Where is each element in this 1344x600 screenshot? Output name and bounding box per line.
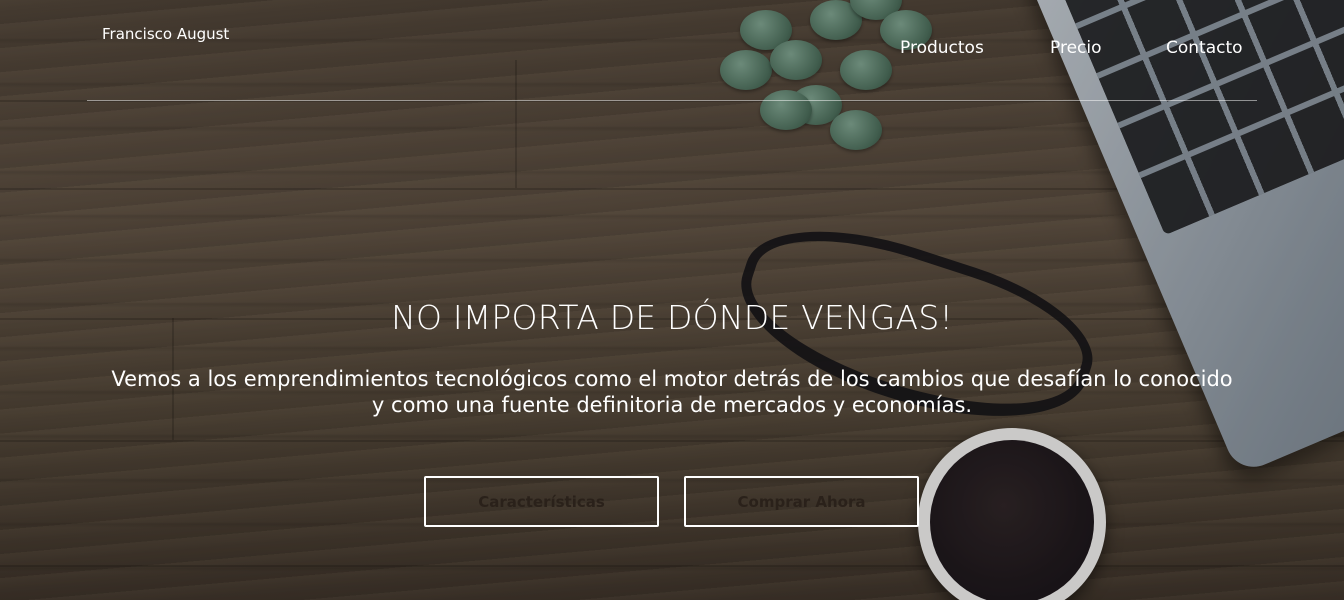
features-button[interactable]: Características (424, 476, 659, 527)
hero-section: Francisco August Productos Precio Contac… (0, 0, 1344, 600)
nav-link-contacto[interactable]: Contacto (1166, 38, 1243, 58)
buy-now-button[interactable]: Comprar Ahora (684, 476, 919, 527)
brand-name[interactable]: Francisco August (102, 25, 229, 43)
nav-link-productos[interactable]: Productos (900, 38, 984, 58)
hero-headline: NO IMPORTA DE DÓNDE VENGAS! (391, 298, 953, 337)
nav-link-precio[interactable]: Precio (1050, 38, 1102, 58)
header-divider (87, 100, 1257, 101)
hero-subline: Vemos a los emprendimientos tecnológicos… (111, 367, 1233, 417)
